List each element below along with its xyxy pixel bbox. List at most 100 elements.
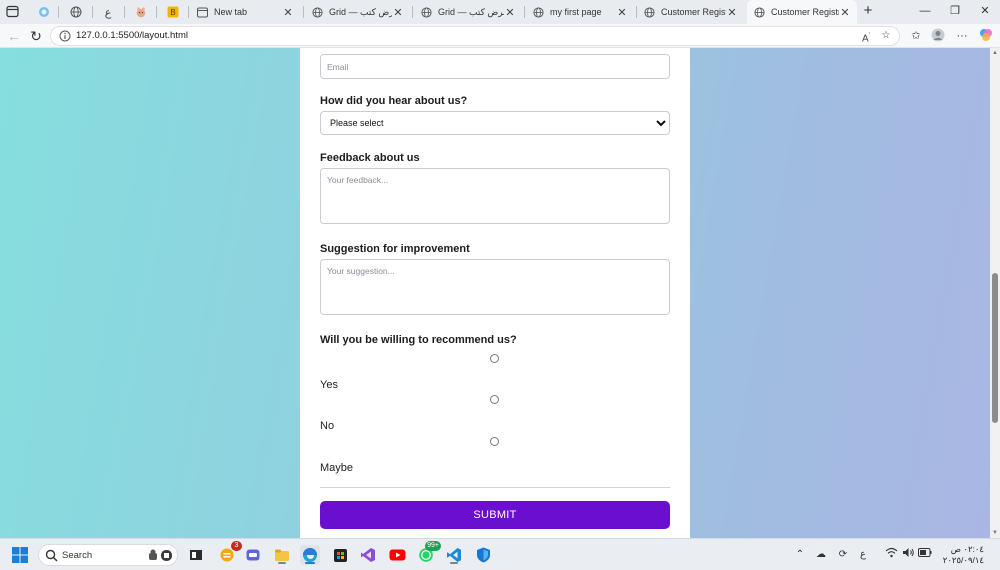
tab-separator	[303, 6, 304, 18]
close-tab-icon[interactable]: ✕	[726, 6, 738, 19]
cloud-sync-icon: ☁	[816, 549, 826, 560]
tab-new-tab[interactable]: New tab ✕	[190, 0, 300, 24]
youtube-icon	[389, 549, 405, 561]
tab-my-first-page[interactable]: my first page ✕	[526, 0, 634, 24]
recommend-label: Will you be willing to recommend us?	[320, 334, 517, 346]
hear-about-label: How did you hear about us?	[320, 95, 468, 107]
tray-volume[interactable]	[901, 547, 915, 563]
suggestion-textarea[interactable]	[320, 259, 670, 315]
tray-battery[interactable]	[918, 547, 932, 563]
new-tab-button[interactable]: +	[860, 3, 876, 19]
pinned-tab-edge[interactable]	[36, 4, 52, 20]
tray-language[interactable]: ع	[858, 547, 868, 563]
scroll-down-icon[interactable]: ▼	[990, 528, 1000, 538]
registration-form-card: How did you hear about us? Please select…	[300, 48, 690, 538]
search-highlight-icon	[149, 549, 172, 561]
taskbar-search[interactable]: Search	[38, 544, 178, 566]
copilot-icon	[980, 29, 992, 41]
minimize-button[interactable]: —	[918, 3, 932, 19]
taskbar-visual-studio[interactable]	[358, 545, 378, 565]
file-explorer-icon	[275, 549, 289, 561]
whatsapp-badge: 99+	[425, 541, 441, 551]
screen-capture-icon: ⟳	[838, 549, 848, 560]
taskbar-vscode[interactable]	[444, 545, 464, 565]
radio-yes[interactable]	[490, 354, 499, 363]
copilot-button[interactable]	[978, 28, 994, 44]
tab-separator	[524, 6, 525, 18]
taskbar-file-explorer[interactable]	[272, 545, 292, 565]
radio-no[interactable]	[490, 395, 499, 404]
tray-capture[interactable]: ⟳	[836, 547, 850, 563]
taskbar-store[interactable]	[330, 545, 350, 565]
close-tab-icon[interactable]: ✕	[504, 6, 516, 19]
tray-wifi[interactable]	[884, 547, 898, 563]
taskbar-whatsapp[interactable]: 99+	[416, 541, 441, 565]
close-tab-icon[interactable]: ✕	[392, 6, 404, 19]
vscode-icon	[447, 548, 461, 562]
favorites-list-icon: ✩	[911, 30, 921, 42]
tab-separator	[412, 6, 413, 18]
active-indicator	[305, 562, 315, 564]
pinned-tab-bookmark[interactable]: B	[165, 4, 181, 20]
teams-icon	[246, 549, 260, 561]
tab-grid-2[interactable]: Grid — معرض كتب ✕	[414, 0, 522, 24]
url-text[interactable]: 127.0.0.1:5500/layout.html	[76, 30, 188, 41]
tab-separator	[92, 6, 93, 18]
favorites-button[interactable]: ✩	[908, 28, 924, 44]
taskbar-widgets[interactable]: 3	[217, 541, 242, 565]
taskbar-teams[interactable]	[243, 545, 263, 565]
close-tab-icon[interactable]: ✕	[616, 6, 628, 19]
taskbar-defender[interactable]	[473, 545, 493, 565]
maximize-button[interactable]: ❐	[948, 3, 962, 19]
radio-maybe[interactable]	[490, 437, 499, 446]
tab-separator	[188, 6, 189, 18]
more-options-button[interactable]: ···	[954, 28, 970, 44]
favorite-star-icon[interactable]: ☆	[879, 29, 893, 43]
scrollbar-thumb[interactable]	[992, 273, 998, 423]
globe-icon	[420, 6, 432, 18]
suggestion-label: Suggestion for improvement	[320, 243, 470, 255]
show-hidden-icons-button[interactable]: ⌃	[794, 547, 806, 563]
tab-customer-registration-active[interactable]: Customer Registratio ✕	[747, 0, 857, 24]
submit-button[interactable]: SUBMIT	[320, 501, 670, 529]
page-scrollbar[interactable]: ▲ ▼	[990, 48, 1000, 538]
scroll-up-icon[interactable]: ▲	[990, 48, 1000, 58]
windows-start-icon[interactable]	[12, 547, 28, 563]
visual-studio-icon	[361, 548, 375, 562]
back-button[interactable]: ←	[6, 28, 22, 44]
close-window-button[interactable]: ✕	[978, 3, 992, 19]
newtab-icon	[196, 7, 208, 17]
tab-title: Customer Registratio	[661, 7, 726, 17]
tab-separator	[58, 6, 59, 18]
info-icon[interactable]	[59, 30, 71, 42]
defender-icon	[476, 547, 490, 563]
feedback-textarea[interactable]	[320, 168, 670, 224]
windows-taskbar: Search 3 99+ ⌃ ☁ ⟳ ع ٠٢:٠٤ ص ٢٠٢٥/٠٩/١٤	[0, 538, 1000, 570]
more-dots-icon: ···	[956, 30, 968, 42]
close-tab-icon[interactable]: ✕	[282, 6, 294, 19]
taskbar-youtube[interactable]	[387, 545, 407, 565]
profile-button[interactable]	[930, 28, 946, 44]
option-no-label: No	[320, 420, 335, 432]
tab-grid-1[interactable]: Grid — معرض كتب ✕	[305, 0, 410, 24]
pinned-tab-globe[interactable]	[68, 4, 84, 20]
url-box[interactable]: 127.0.0.1:5500/layout.html Aʼ ☆	[50, 26, 900, 46]
taskbar-task-view[interactable]	[186, 545, 206, 565]
globe-icon	[311, 6, 323, 18]
taskbar-clock[interactable]: ٠٢:٠٤ ص ٢٠٢٥/٠٩/١٤	[936, 544, 984, 566]
close-icon: ✕	[980, 5, 990, 17]
read-aloud-icon[interactable]: Aʼ	[859, 29, 873, 44]
email-field[interactable]	[320, 54, 670, 79]
hear-about-select[interactable]: Please select	[320, 111, 670, 135]
pinned-tab-cat[interactable]	[133, 4, 149, 20]
taskbar-edge[interactable]	[300, 545, 320, 565]
pinned-tab-arabic[interactable]: ع	[100, 4, 116, 20]
globe-icon	[643, 6, 655, 18]
close-tab-icon[interactable]: ✕	[839, 6, 851, 19]
refresh-button[interactable]: ↻	[28, 28, 44, 44]
tab-customer-registration-1[interactable]: Customer Registratio ✕	[637, 0, 744, 24]
bookmark-icon: B	[167, 6, 179, 18]
tray-cloud[interactable]: ☁	[814, 547, 828, 563]
edge-icon	[39, 7, 49, 17]
window-menu-icon[interactable]	[6, 5, 19, 18]
